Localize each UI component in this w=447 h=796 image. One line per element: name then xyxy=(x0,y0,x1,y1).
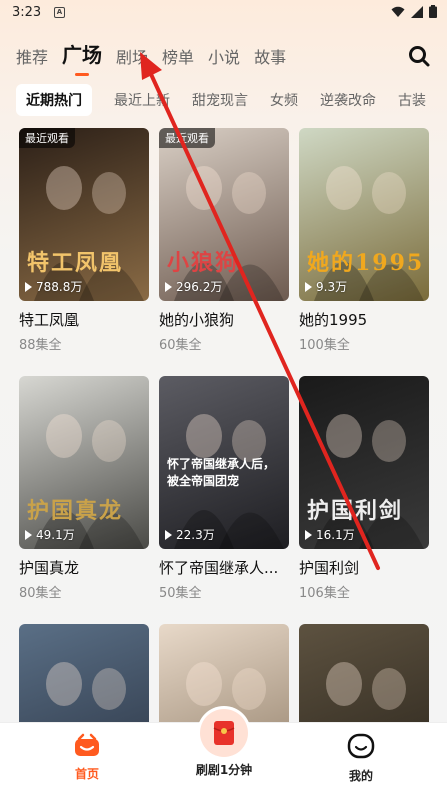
status-time: 3:23 xyxy=(12,5,42,20)
view-count: 16.1万 xyxy=(305,526,355,543)
nav-home-label: 首页 xyxy=(74,767,99,781)
home-icon xyxy=(75,733,99,756)
category-sweet-romance[interactable]: 甜宠现言 xyxy=(192,90,248,110)
drama-title[interactable]: 她的小狼狗 xyxy=(159,309,289,330)
view-count: 788.8万 xyxy=(25,278,82,295)
app-notification-icon: A xyxy=(54,7,65,18)
recently-watched-badge: 最近观看 xyxy=(159,128,215,148)
drama-title[interactable]: 护国真龙 xyxy=(19,557,149,578)
drama-poster[interactable]: 怀了帝国继承人后，被全帝国团宠 22.3万 xyxy=(159,376,289,549)
view-count: 296.2万 xyxy=(165,278,222,295)
drama-poster[interactable]: 小狼狗 最近观看 296.2万 xyxy=(159,128,289,301)
poster-title-text: 护国真龙 xyxy=(27,498,124,524)
play-icon xyxy=(25,529,32,540)
play-icon xyxy=(305,529,312,540)
category-new-releases[interactable]: 最近上新 xyxy=(114,90,170,110)
drama-poster[interactable]: 特工凤凰 最近观看 788.8万 xyxy=(19,128,149,301)
nav-mine[interactable]: 我的 xyxy=(316,733,406,784)
category-female[interactable]: 女频 xyxy=(270,90,298,110)
play-icon xyxy=(165,529,172,540)
search-icon xyxy=(409,46,430,67)
view-count-text: 788.8万 xyxy=(36,280,83,294)
drama-poster[interactable]: 护国利剑 16.1万 xyxy=(299,376,429,549)
signal-icon xyxy=(411,5,423,18)
drama-title[interactable]: 怀了帝国继承人... xyxy=(159,557,289,578)
drama-title[interactable]: 特工凤凰 xyxy=(19,309,149,330)
category-costume[interactable]: 古装 xyxy=(398,90,426,110)
category-recent-hot[interactable]: 近期热门 xyxy=(16,84,92,116)
category-counterattack[interactable]: 逆袭改命 xyxy=(320,90,376,110)
poster-title-text: 小狼狗 xyxy=(167,250,240,276)
tab-theater[interactable]: 剧场 xyxy=(116,44,148,76)
wifi-icon xyxy=(391,6,405,17)
play-icon xyxy=(165,281,172,292)
view-count: 22.3万 xyxy=(165,526,215,543)
view-count-text: 296.2万 xyxy=(176,280,223,294)
episode-count: 60集全 xyxy=(159,338,202,353)
tab-rankings[interactable]: 榜单 xyxy=(162,44,194,76)
poster-title-text: 特工凤凰 xyxy=(27,250,124,276)
view-count-text: 9.3万 xyxy=(316,280,348,294)
tab-stories[interactable]: 故事 xyxy=(254,44,286,76)
nav-watch-one-minute[interactable]: 刷剧1分钟 xyxy=(178,709,270,778)
drama-card[interactable]: 怀了帝国继承人后，被全帝国团宠 22.3万怀了帝国继承人... 50集全 xyxy=(159,376,289,601)
drama-poster[interactable]: 护国真龙 49.1万 xyxy=(19,376,149,549)
tab-novels[interactable]: 小说 xyxy=(208,44,240,76)
episode-count: 50集全 xyxy=(159,586,202,601)
view-count: 9.3万 xyxy=(305,278,347,295)
nav-home[interactable]: 首页 xyxy=(42,733,132,782)
episode-count: 100集全 xyxy=(299,338,350,353)
status-bar: 3:23 A xyxy=(0,0,447,26)
search-button[interactable] xyxy=(407,44,431,68)
top-tab-bar: 推荐 广场 剧场 榜单 小说 故事 xyxy=(16,42,286,76)
battery-icon xyxy=(429,5,437,18)
view-count-text: 16.1万 xyxy=(316,528,355,542)
episode-count: 106集全 xyxy=(299,586,350,601)
red-packet-button[interactable] xyxy=(200,709,248,757)
drama-card[interactable]: 小狼狗 最近观看 296.2万她的小狼狗 60集全 xyxy=(159,128,289,353)
category-tab-bar: 近期热门 最近上新 甜宠现言 女频 逆袭改命 古装 xyxy=(16,84,447,116)
drama-card[interactable]: 护国真龙 49.1万 护国真龙 80集全 xyxy=(19,376,149,601)
play-icon xyxy=(305,281,312,292)
red-packet-icon xyxy=(213,721,235,745)
poster-title-text: 护国利剑 xyxy=(307,498,404,524)
poster-title-text: 怀了帝国继承人后，被全帝国团宠 xyxy=(167,457,276,488)
drama-card[interactable]: 特工凤凰 最近观看 788.8万 特工凤凰 88集全 xyxy=(19,128,149,353)
episode-count: 88集全 xyxy=(19,338,62,353)
bottom-navigation: 首页 刷剧1分钟 我的 xyxy=(0,709,447,796)
nav-mine-label: 我的 xyxy=(348,769,373,783)
episode-count: 80集全 xyxy=(19,586,62,601)
drama-card[interactable]: 护国利剑 16.1万 护国利剑 106集全 xyxy=(299,376,429,601)
drama-title[interactable]: 护国利剑 xyxy=(299,557,429,578)
tab-plaza[interactable]: 广场 xyxy=(62,39,102,76)
recently-watched-badge: 最近观看 xyxy=(19,128,75,148)
view-count-text: 49.1万 xyxy=(36,528,75,542)
tab-recommend[interactable]: 推荐 xyxy=(16,44,48,76)
drama-title[interactable]: 她的1995 xyxy=(299,309,429,330)
smiley-face-icon xyxy=(347,733,375,759)
play-icon xyxy=(25,281,32,292)
nav-center-label: 刷剧1分钟 xyxy=(195,763,253,777)
status-indicators xyxy=(391,5,437,18)
view-count-text: 22.3万 xyxy=(176,528,215,542)
drama-poster[interactable]: 她的1995 9.3万 xyxy=(299,128,429,301)
view-count: 49.1万 xyxy=(25,526,75,543)
drama-card[interactable]: 她的1995 9.3万 她的1995 100集全 xyxy=(299,128,429,353)
poster-title-text: 她的1995 xyxy=(307,250,425,276)
